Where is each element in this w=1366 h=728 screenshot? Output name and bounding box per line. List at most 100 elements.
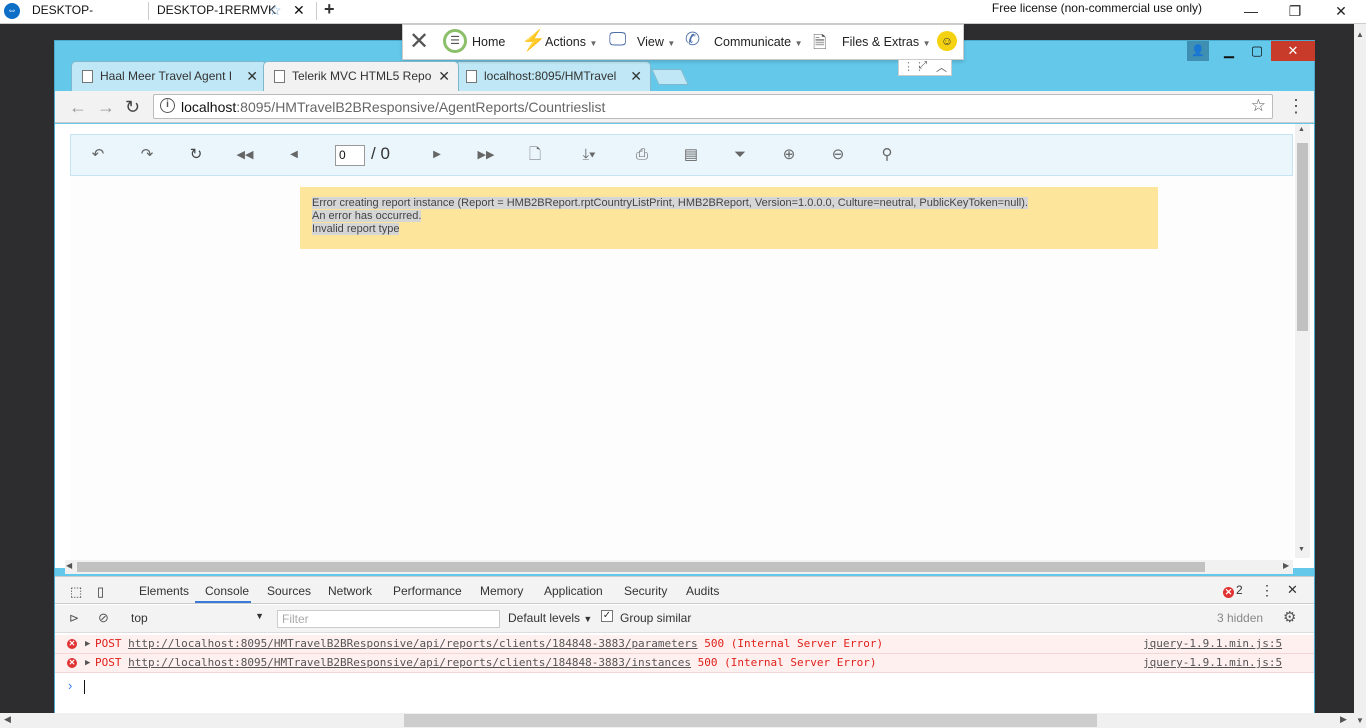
address-bar[interactable]: i localhost:8095/HMTravelB2BResponsive/A… — [153, 94, 1273, 119]
tab-elements[interactable]: Elements — [139, 584, 189, 598]
device-toolbar-icon[interactable]: ▯ — [97, 584, 104, 600]
toolbar-grip[interactable]: ⋮⋮ ⤢ ︿ — [898, 60, 952, 76]
new-session-tab-button[interactable]: + — [324, 0, 335, 18]
star-icon[interactable]: ☆ — [269, 0, 282, 20]
expand-icon[interactable]: ▶ — [85, 635, 90, 653]
tab-application[interactable]: Application — [544, 584, 603, 598]
context-select[interactable]: top ▼ — [131, 611, 264, 625]
previous-page-icon[interactable]: ◀ — [283, 146, 305, 164]
tab-audits[interactable]: Audits — [686, 584, 719, 598]
refresh-icon[interactable]: ↻ — [185, 146, 207, 164]
back-icon[interactable]: ← — [69, 97, 87, 118]
url-text[interactable]: localhost:8095/HMTravelB2BResponsive/Age… — [181, 99, 605, 115]
restore-button[interactable]: ❐ — [1272, 0, 1318, 22]
source-link[interactable]: jquery-1.9.1.min.js:5 — [1143, 654, 1282, 672]
forward-icon[interactable]: ↷ — [136, 146, 158, 164]
devtools-close-icon[interactable]: ✕ — [1287, 582, 1298, 598]
document-map-icon[interactable]: ▤ — [680, 146, 702, 164]
group-similar-checkbox[interactable]: ✓ — [601, 610, 613, 622]
sidebar-toggle-icon[interactable]: ⊳ — [69, 611, 79, 625]
tab-security[interactable]: Security — [624, 584, 667, 598]
export-icon[interactable]: ⤓▾ — [574, 146, 604, 164]
info-icon[interactable]: i — [160, 98, 175, 113]
fullscreen-icon[interactable]: ⤢ — [919, 60, 927, 71]
page-number-input[interactable]: 0 — [335, 145, 365, 166]
browser-menu-icon[interactable]: ⋮ — [1287, 96, 1305, 117]
error-count-badge[interactable]: ✕ 2 — [1223, 583, 1243, 598]
source-link[interactable]: jquery-1.9.1.min.js:5 — [1143, 635, 1282, 653]
close-session-icon[interactable]: ✕ — [409, 27, 429, 56]
devtools-menu-icon[interactable]: ⋮ — [1260, 582, 1274, 599]
page-icon — [274, 70, 285, 83]
console-settings-icon[interactable]: ⚙ — [1283, 608, 1296, 626]
browser-tab-2[interactable]: Telerik MVC HTML5 Repo ✕ — [263, 61, 459, 91]
close-icon[interactable]: ✕ — [293, 0, 305, 20]
last-page-icon[interactable]: ▶▶ — [475, 146, 497, 164]
actions-menu[interactable]: Actions ▼ — [545, 35, 597, 49]
console-error-row[interactable]: ✕ ▶ POST http://localhost:8095/HMTravelB… — [55, 635, 1314, 654]
profile-icon[interactable]: 👤 — [1187, 41, 1209, 61]
print-preview-icon[interactable]: 🗋 — [524, 146, 546, 164]
filter-input[interactable]: Filter — [277, 610, 500, 628]
console-filter-bar: ⊳ ⊘ top ▼ Filter Default levels ▼ ✓ Group… — [55, 605, 1314, 633]
view-menu[interactable]: View ▼ — [637, 35, 675, 49]
forward-icon[interactable]: → — [97, 97, 115, 118]
console-input-caret[interactable] — [84, 680, 85, 694]
session-tab-1[interactable]: DESKTOP-1RERMVK — [26, 0, 144, 37]
close-window-button[interactable]: ✕ — [1318, 0, 1364, 22]
browser-minimize-button[interactable]: ▁ — [1215, 41, 1243, 61]
tab-console[interactable]: Console — [205, 584, 249, 598]
session-tab-2[interactable]: DESKTOP-1RERMVK ☆ ✕ — [151, 0, 316, 22]
error-icon: ✕ — [67, 658, 77, 668]
request-url-link[interactable]: http://localhost:8095/HMTravelB2BRespons… — [128, 637, 698, 650]
new-tab-button[interactable] — [651, 69, 689, 85]
next-page-icon[interactable]: ▶ — [426, 146, 448, 164]
active-tab-indicator — [195, 601, 251, 603]
reload-icon[interactable]: ↻ — [125, 97, 140, 118]
zoom-in-icon[interactable]: ⊕ — [778, 146, 800, 164]
error-message: Error creating report instance (Report =… — [300, 187, 1158, 249]
close-tab-icon[interactable]: ✕ — [630, 62, 642, 90]
phone-icon: ✆ — [685, 29, 701, 49]
devtools-panel: ⬚ ▯ Elements Console Sources Network Per… — [55, 576, 1314, 713]
monitor-icon: 🖵 — [609, 29, 627, 49]
close-tab-icon[interactable]: ✕ — [246, 62, 258, 90]
page-vertical-scroll-thumb[interactable] — [1297, 143, 1308, 331]
tab-network[interactable]: Network — [328, 584, 372, 598]
tab-memory[interactable]: Memory — [480, 584, 523, 598]
home-button[interactable]: Home — [472, 35, 505, 49]
clear-console-icon[interactable]: ⊘ — [98, 610, 109, 626]
log-levels-select[interactable]: Default levels ▼ — [508, 611, 592, 625]
search-icon[interactable]: ⚲ — [876, 146, 898, 164]
browser-tab-3[interactable]: localhost:8095/HMTravel ✕ — [455, 61, 651, 91]
back-icon[interactable]: ↶ — [87, 146, 109, 164]
browser-tab-title: Telerik MVC HTML5 Repo — [292, 69, 432, 83]
filter-icon[interactable]: ⏷ — [729, 146, 751, 164]
browser-maximize-button[interactable]: ▢ — [1243, 41, 1271, 61]
remote-vertical-scrollbar[interactable]: ▲ ▼ — [1354, 24, 1366, 728]
browser-window: 👤 ▁ ▢ ✕ Haal Meer Travel Agent I ✕ Teler… — [54, 40, 1315, 713]
console-error-row[interactable]: ✕ ▶ POST http://localhost:8095/HMTravelB… — [55, 654, 1314, 673]
zoom-out-icon[interactable]: ⊖ — [827, 146, 849, 164]
browser-tab-title: Haal Meer Travel Agent I — [100, 69, 233, 83]
request-url-link[interactable]: http://localhost:8095/HMTravelB2BRespons… — [128, 656, 691, 669]
inspect-element-icon[interactable]: ⬚ — [70, 584, 82, 600]
expand-icon[interactable]: ▶ — [85, 654, 90, 672]
tab-performance[interactable]: Performance — [393, 584, 462, 598]
browser-tab-1[interactable]: Haal Meer Travel Agent I ✕ — [71, 61, 267, 91]
page-horizontal-scroll-thumb[interactable] — [77, 562, 1205, 572]
browser-close-button[interactable]: ✕ — [1271, 41, 1315, 61]
page-viewport: ↶ ↷ ↻ ◀◀ ◀ 0 / 0 ▶ ▶▶ 🗋 ⤓▾ ⎙ ▤ ⏷ ⊕ ⊖ ⚲ E… — [55, 124, 1314, 574]
print-icon[interactable]: ⎙ — [631, 146, 653, 164]
tab-sources[interactable]: Sources — [267, 584, 311, 598]
files-extras-menu[interactable]: Files & Extras ▼ — [842, 35, 931, 49]
communicate-menu[interactable]: Communicate ▼ — [714, 35, 803, 49]
close-tab-icon[interactable]: ✕ — [438, 62, 450, 90]
error-icon: ✕ — [67, 639, 77, 649]
remote-horizontal-scroll-thumb[interactable] — [404, 714, 1097, 727]
feedback-smiley-icon[interactable]: ☺ — [937, 31, 957, 51]
minimize-button[interactable]: — — [1228, 0, 1274, 22]
first-page-icon[interactable]: ◀◀ — [234, 146, 256, 164]
collapse-toolbar-icon[interactable]: ︿ — [936, 59, 947, 75]
bookmark-star-icon[interactable]: ☆ — [1251, 96, 1266, 116]
